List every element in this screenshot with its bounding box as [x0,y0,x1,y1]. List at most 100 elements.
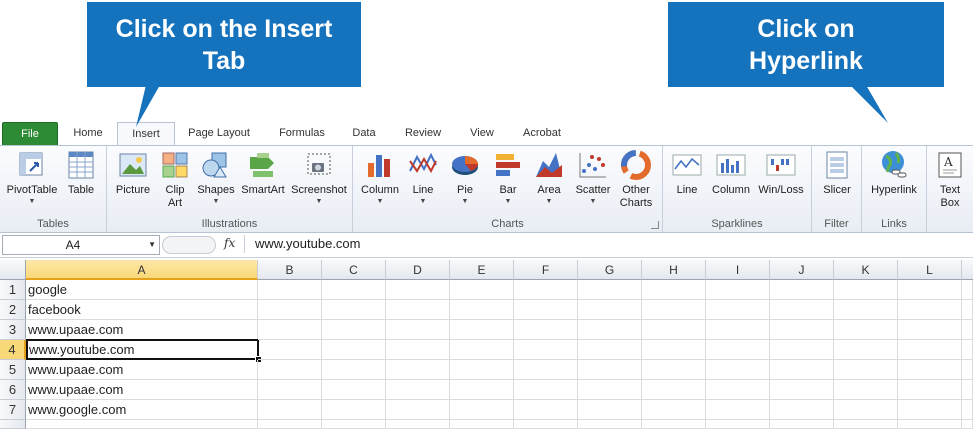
row-header-5[interactable]: 5 [0,360,26,380]
clip-art-button[interactable]: Clip Art [157,149,193,210]
cell-l2[interactable] [898,300,962,320]
row-header-6[interactable]: 6 [0,380,26,400]
cell-j2[interactable] [770,300,834,320]
cell-i6[interactable] [706,380,770,400]
cell-k4[interactable] [834,340,898,360]
cell-e8[interactable] [450,420,514,429]
cell-a7[interactable]: www.google.com [26,400,258,420]
cell-c6[interactable] [322,380,386,400]
tab-home[interactable]: Home [66,122,110,145]
cell-d6[interactable] [386,380,450,400]
line-chart-button[interactable]: Line ▼ [405,149,441,207]
cell-k7[interactable] [834,400,898,420]
column-header-h[interactable]: H [642,260,706,280]
cell-c7[interactable] [322,400,386,420]
tab-data[interactable]: Data [344,122,384,145]
cell-l7[interactable] [898,400,962,420]
cell-e5[interactable] [450,360,514,380]
tab-view[interactable]: View [462,122,502,145]
slicer-button[interactable]: Slicer [817,149,857,197]
cell-f7[interactable] [514,400,578,420]
table-button[interactable]: Table [62,149,100,197]
cell-k1[interactable] [834,280,898,300]
cell-d5[interactable] [386,360,450,380]
text-box-button[interactable]: A Text Box [931,149,969,210]
cell-g1[interactable] [578,280,642,300]
cell-l3[interactable] [898,320,962,340]
shapes-button[interactable]: Shapes ▼ [195,149,237,207]
cell-b5[interactable] [258,360,322,380]
cell-d3[interactable] [386,320,450,340]
cell-h1[interactable] [642,280,706,300]
cell-g3[interactable] [578,320,642,340]
cell-j8[interactable] [770,420,834,429]
row-header-4[interactable]: 4 [0,340,26,360]
cell-f2[interactable] [514,300,578,320]
cell-a5[interactable]: www.upaae.com [26,360,258,380]
select-all-corner[interactable] [0,260,26,280]
cell-c2[interactable] [322,300,386,320]
cell-j5[interactable] [770,360,834,380]
column-header-a[interactable]: A [26,260,258,280]
cell-h5[interactable] [642,360,706,380]
cell-k3[interactable] [834,320,898,340]
cell-m2[interactable] [962,300,973,320]
tab-acrobat[interactable]: Acrobat [514,122,570,145]
cell-m1[interactable] [962,280,973,300]
area-chart-button[interactable]: Area ▼ [529,149,569,207]
pivottable-button[interactable]: PivotTable ▼ [4,149,60,207]
name-box[interactable]: A4 ▼ [2,235,160,255]
formula-bar-expand-control[interactable] [162,236,216,254]
cell-c4[interactable] [322,340,386,360]
row-header-7[interactable]: 7 [0,400,26,420]
cell-b4[interactable] [258,340,322,360]
sparkline-winloss-button[interactable]: Win/Loss [755,149,807,197]
cell-c5[interactable] [322,360,386,380]
tab-review[interactable]: Review [398,122,448,145]
pie-chart-button[interactable]: Pie ▼ [445,149,485,207]
cell-d8[interactable] [386,420,450,429]
cell-e4[interactable] [450,340,514,360]
cell-d7[interactable] [386,400,450,420]
cell-b2[interactable] [258,300,322,320]
cell-c1[interactable] [322,280,386,300]
cell-k5[interactable] [834,360,898,380]
cell-j6[interactable] [770,380,834,400]
cell-h6[interactable] [642,380,706,400]
column-header-e[interactable]: E [450,260,514,280]
column-header-j[interactable]: J [770,260,834,280]
column-header-g[interactable]: G [578,260,642,280]
column-header-b[interactable]: B [258,260,322,280]
cell-h2[interactable] [642,300,706,320]
cell-g2[interactable] [578,300,642,320]
row-header-1[interactable]: 1 [0,280,26,300]
cell-c8[interactable] [322,420,386,429]
row-header-partial[interactable] [0,420,26,429]
cell-l6[interactable] [898,380,962,400]
cell-h3[interactable] [642,320,706,340]
tab-formulas[interactable]: Formulas [272,122,332,145]
cell-c3[interactable] [322,320,386,340]
cell-i5[interactable] [706,360,770,380]
cell-b8[interactable] [258,420,322,429]
cell-j7[interactable] [770,400,834,420]
cell-m7[interactable] [962,400,973,420]
cell-d2[interactable] [386,300,450,320]
cell-i7[interactable] [706,400,770,420]
cell-m8[interactable] [962,420,973,429]
cell-b7[interactable] [258,400,322,420]
cell-d4[interactable] [386,340,450,360]
hyperlink-button[interactable]: Hyperlink [866,149,922,197]
cell-j3[interactable] [770,320,834,340]
cell-b3[interactable] [258,320,322,340]
cell-b6[interactable] [258,380,322,400]
cell-d1[interactable] [386,280,450,300]
cell-i3[interactable] [706,320,770,340]
column-header-k[interactable]: K [834,260,898,280]
cell-a6[interactable]: www.upaae.com [26,380,258,400]
cell-i4[interactable] [706,340,770,360]
formula-input[interactable]: www.youtube.com [244,235,973,253]
column-header-f[interactable]: F [514,260,578,280]
cell-h4[interactable] [642,340,706,360]
column-header-i[interactable]: I [706,260,770,280]
